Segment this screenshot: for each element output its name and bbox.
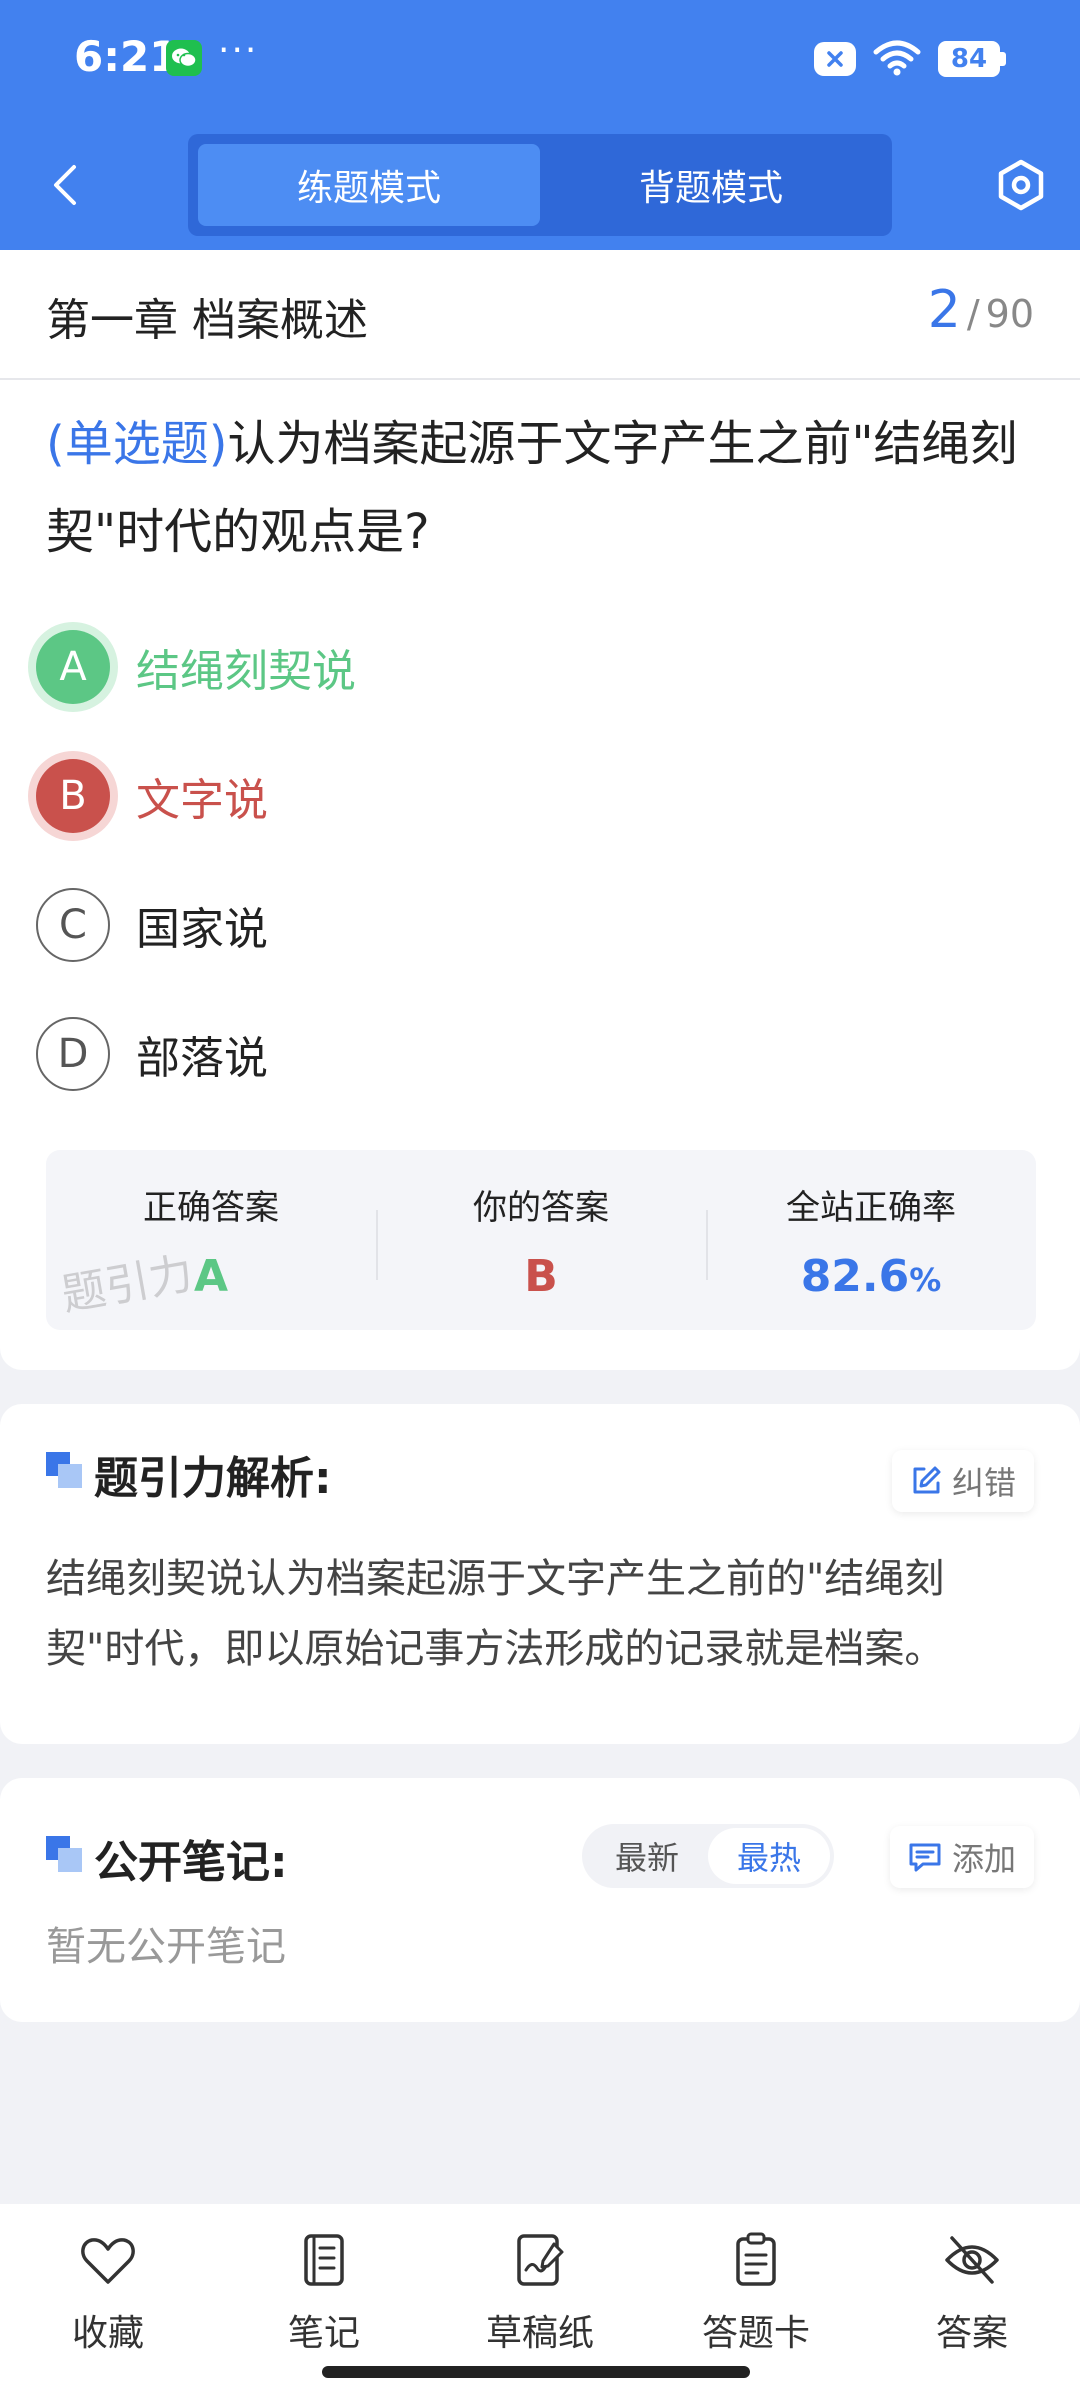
sim-off-icon [814, 42, 856, 76]
notes-sort-toggle: 最新 最热 [582, 1824, 834, 1888]
back-button[interactable] [30, 150, 100, 220]
your-answer-label: 你的答案 [473, 1188, 609, 1228]
option-letter: D [36, 1017, 110, 1091]
status-time: 6:21 [74, 32, 179, 81]
option-letter: C [36, 888, 110, 962]
option-text: 国家说 [136, 904, 268, 955]
accuracy-rate-value: 82.6% [801, 1251, 942, 1302]
heart-icon [81, 2238, 135, 2284]
show-answer-button[interactable]: 答案 [864, 2204, 1080, 2400]
question-counter: 2 / 90 [928, 280, 1034, 340]
option-b[interactable]: B 文字说 [36, 748, 736, 844]
your-answer-column: 你的答案 B [376, 1150, 706, 1330]
question-card: 第一章 档案概述 2 / 90 (单选题)认为档案起源于文字产生之前"结绳刻契"… [0, 250, 1080, 1370]
edit-icon [913, 1466, 941, 1494]
show-answer-label: 答案 [935, 2313, 1008, 2354]
empty-notes-text: 暂无公开笔记 [46, 1924, 286, 1970]
report-error-button[interactable]: 纠错 [891, 1450, 1034, 1512]
your-answer-value: B [524, 1251, 558, 1302]
public-notes-card: 公开笔记: 最新 最热 添加 暂无公开笔记 [0, 1778, 1080, 2022]
draft-icon [517, 2234, 564, 2286]
answer-card-label: 答题卡 [701, 2313, 810, 2354]
status-bar: 6:21 ··· 84 [0, 0, 1080, 120]
clipboard-icon [736, 2232, 776, 2286]
report-error-label: 纠错 [951, 1464, 1016, 1502]
correct-answer-value: A [193, 1251, 229, 1302]
question-type: (单选题) [46, 416, 228, 472]
analysis-card: 题引力解析: 纠错 结绳刻契说认为档案起源于文字产生之前的"结绳刻契"时代，即以… [0, 1404, 1080, 1744]
system-icons: 84 [814, 38, 1006, 80]
notebook-icon [304, 2234, 344, 2286]
total-questions: 90 [985, 292, 1034, 336]
mode-tabs: 练题模式 背题模式 [188, 134, 892, 236]
section-square-icon [46, 1836, 82, 1872]
battery-icon: 84 [938, 41, 1006, 77]
accuracy-rate-unit: % [909, 1261, 942, 1299]
add-note-label: 添加 [951, 1840, 1016, 1878]
option-letter: B [36, 759, 110, 833]
app-header: 6:21 ··· 84 练题模式 背题模式 [0, 0, 1080, 250]
notes-title: 公开笔记: [94, 1837, 288, 1888]
comment-icon [909, 1843, 941, 1872]
section-square-icon [46, 1452, 82, 1488]
accuracy-rate-label: 全站正确率 [786, 1188, 956, 1228]
counter-separator: / [966, 292, 980, 336]
analysis-text: 结绳刻契说认为档案起源于文字产生之前的"结绳刻契"时代，即以原始记事方法形成的记… [46, 1556, 945, 1672]
option-text: 文字说 [136, 775, 268, 826]
home-indicator[interactable] [322, 2366, 750, 2378]
eye-off-icon [945, 2236, 999, 2284]
battery-level: 84 [938, 41, 1000, 77]
answer-result-panel: 正确答案 A 你的答案 B 全站正确率 82.6% [46, 1150, 1036, 1330]
wechat-icon [166, 40, 202, 76]
sort-latest[interactable]: 最新 [586, 1828, 708, 1884]
tab-practice-mode[interactable]: 练题模式 [198, 144, 540, 226]
settings-button[interactable] [986, 150, 1056, 220]
draft-paper-label: 草稿纸 [485, 2313, 594, 2354]
favorite-button[interactable]: 收藏 [0, 2204, 216, 2400]
tab-memorize-mode[interactable]: 背题模式 [540, 144, 882, 226]
chapter-title: 第一章 档案概述 [46, 295, 368, 346]
nav-bar: 练题模式 背题模式 [0, 134, 1080, 238]
option-text: 结绳刻契说 [136, 646, 356, 697]
question-text: (单选题)认为档案起源于文字产生之前"结绳刻契"时代的观点是? [46, 400, 1036, 576]
add-note-button[interactable]: 添加 [889, 1826, 1034, 1888]
current-question-number: 2 [927, 280, 961, 340]
analysis-title: 题引力解析: [94, 1453, 332, 1504]
gear-icon [998, 159, 1044, 211]
correct-answer-label: 正确答案 [143, 1188, 279, 1228]
chevron-left-icon [54, 165, 76, 205]
notes-label: 笔记 [287, 2313, 360, 2354]
option-c[interactable]: C 国家说 [36, 877, 736, 973]
favorite-label: 收藏 [71, 2313, 144, 2354]
accuracy-rate-column: 全站正确率 82.6% [706, 1150, 1036, 1330]
chapter-row: 第一章 档案概述 2 / 90 [0, 250, 1080, 380]
option-letter: A [36, 630, 110, 704]
accuracy-rate-number: 82.6 [800, 1251, 910, 1302]
more-notifications-icon: ··· [218, 30, 259, 71]
option-a[interactable]: A 结绳刻契说 [36, 619, 736, 715]
option-text: 部落说 [136, 1033, 268, 1084]
option-d[interactable]: D 部落说 [36, 1006, 736, 1102]
sort-hottest[interactable]: 最热 [708, 1828, 830, 1884]
wifi-icon [872, 38, 922, 80]
